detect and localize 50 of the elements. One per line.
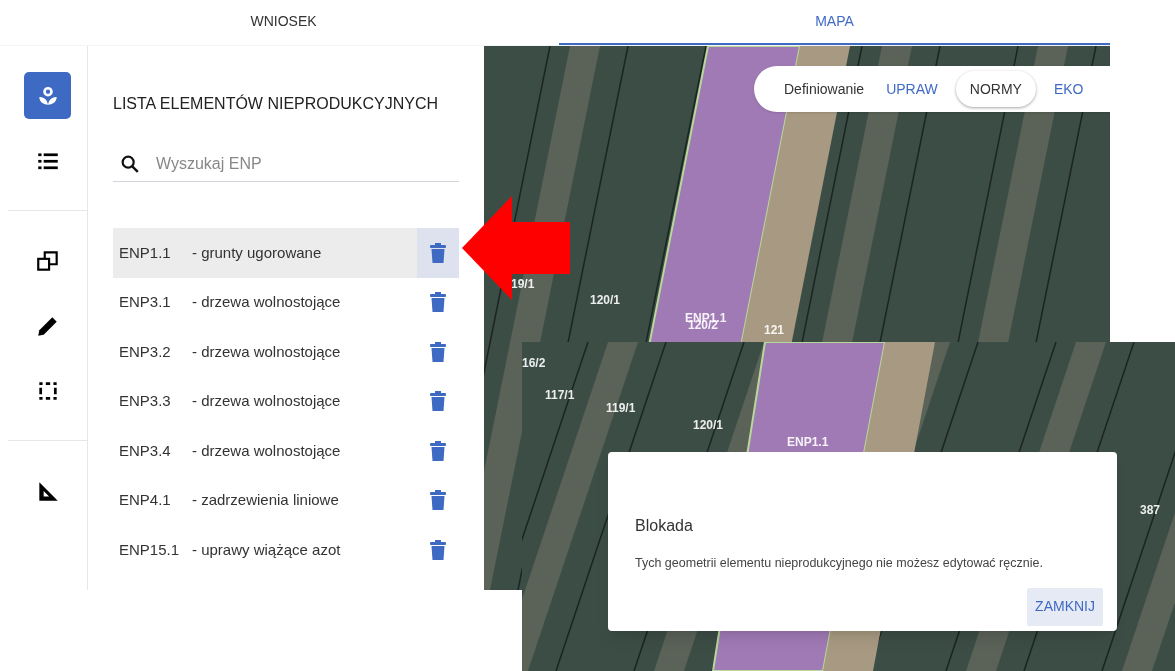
trash-icon xyxy=(430,490,446,511)
delete-button[interactable] xyxy=(417,228,459,278)
item-name: - drzewa wolnostojące xyxy=(192,391,342,411)
close-button[interactable]: ZAMKNIJ xyxy=(1027,587,1103,626)
dialog-message: Tych geometrii elementu nieprodukcyjnego nie możesz edytować ręcznie. xyxy=(635,555,1044,572)
item-name: - drzewa wolnostojące xyxy=(192,341,342,362)
parcel-label: ENP1.1 xyxy=(787,436,829,448)
mode-option[interactable]: NORMY xyxy=(955,71,1036,107)
list-item[interactable]: ENP3.1 - drzewa wolnostojące xyxy=(113,277,459,327)
item-code: ENP15.1 xyxy=(118,539,181,560)
item-name: - zadrzewienia liniowe xyxy=(192,490,340,510)
parcel-label: 387 xyxy=(1140,504,1161,516)
item-code: ENP3.4 xyxy=(118,440,172,461)
trash-icon xyxy=(430,341,446,362)
parcel-label: 19/1 xyxy=(511,278,535,290)
search-field[interactable]: Wyszukaj ENP xyxy=(113,146,459,182)
parcel-label: 120/1 xyxy=(590,294,621,306)
item-code: ENP3.3 xyxy=(118,391,172,411)
list-item[interactable]: ENP3.3 - drzewa wolnostojące xyxy=(113,376,459,426)
mode-label: Definiowanie xyxy=(784,79,865,99)
dialog-title: Blokada xyxy=(635,516,694,536)
mode-option[interactable]: EKO xyxy=(1041,71,1096,107)
item-name: - drzewa wolnostojące xyxy=(192,440,342,461)
trash-icon xyxy=(430,242,446,263)
parcel-label: 121 xyxy=(764,324,785,336)
parcel-label: 16/2 xyxy=(522,357,546,369)
trash-icon xyxy=(430,539,446,560)
item-code: ENP1.1 xyxy=(118,242,172,263)
list-item[interactable]: ENP3.4 - drzewa wolnostojące xyxy=(113,426,459,476)
panel-title: LISTA ELEMENTÓW NIEPRODUKCYJNYCH xyxy=(113,93,440,114)
item-name: - grunty ugorowane xyxy=(192,242,323,263)
item-code: ENP3.2 xyxy=(118,341,172,362)
parcel-label: 120/1 xyxy=(693,419,724,431)
item-name: - drzewa wolnostojące xyxy=(192,292,342,312)
parcel-label: 119/1 xyxy=(606,402,636,414)
search-icon xyxy=(119,153,141,175)
item-code: ENP4.1 xyxy=(118,490,172,510)
list-item[interactable]: ENP4.1 - zadrzewienia liniowe xyxy=(113,475,459,525)
trash-icon xyxy=(430,292,446,313)
item-code: ENP3.1 xyxy=(118,292,172,312)
list-item[interactable]: ENP1.1 - grunty ugorowane xyxy=(113,228,459,278)
list-item[interactable]: ENP15.1 - uprawy wiążące azot xyxy=(113,525,459,575)
flower-tool-button[interactable] xyxy=(24,72,71,119)
tab[interactable]: WNIOSEK xyxy=(8,0,559,45)
trash-icon xyxy=(430,391,446,412)
mode-option[interactable]: UPRAW xyxy=(874,71,950,107)
trash-icon xyxy=(430,440,446,461)
item-name: - uprawy wiążące azot xyxy=(192,539,342,560)
list-item[interactable]: ENP3.2 - drzewa wolnostojące xyxy=(113,327,459,377)
parcel-label: 117/1 xyxy=(545,389,575,401)
